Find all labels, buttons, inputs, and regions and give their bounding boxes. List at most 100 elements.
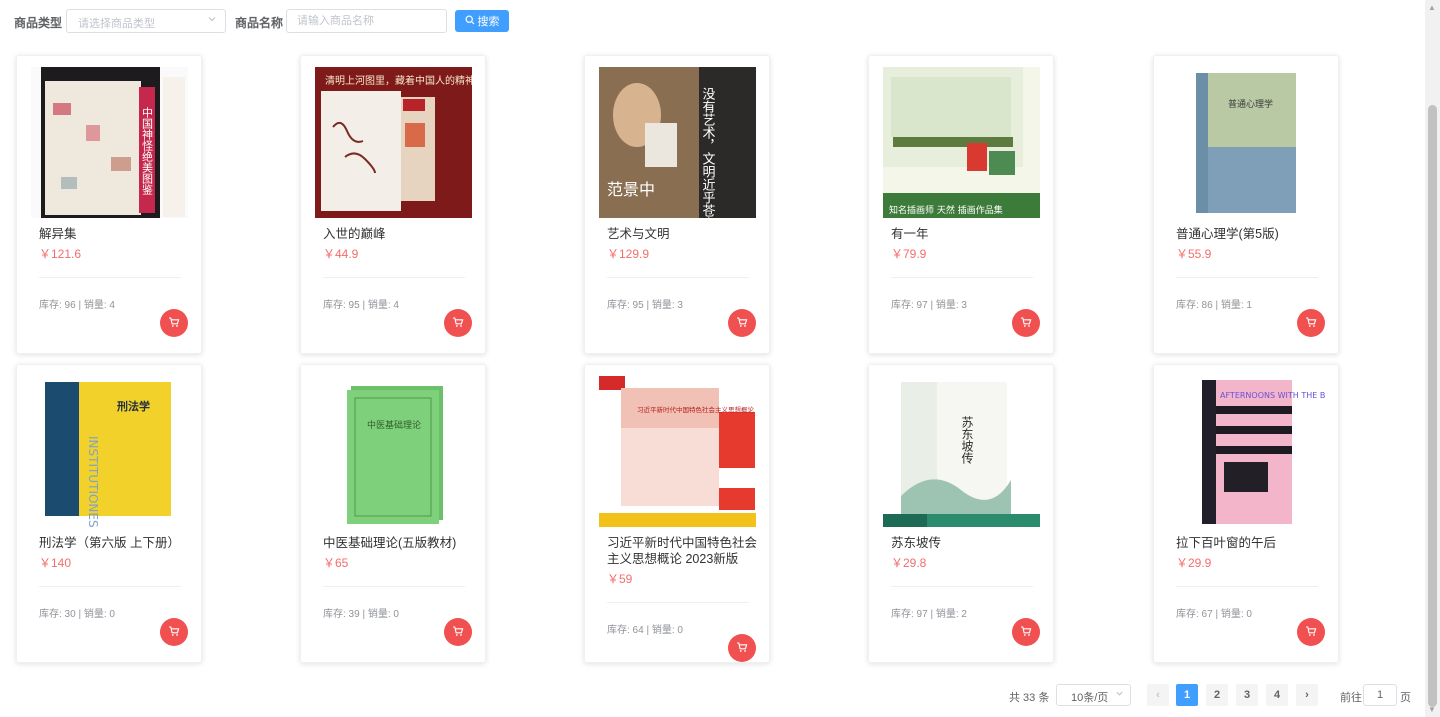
product-name[interactable]: 拉下百叶窗的午后 (1176, 535, 1326, 551)
page-2-button[interactable]: 2 (1206, 684, 1228, 706)
add-to-cart-button[interactable] (160, 309, 188, 337)
add-to-cart-button[interactable] (728, 309, 756, 337)
scrollbar-thumb[interactable] (1428, 105, 1437, 707)
card-divider (1176, 277, 1318, 278)
cover-title-text: 知名插画师 天然 插画作品集 (889, 204, 1003, 216)
product-cover-image[interactable]: 中医基础理论 (315, 376, 472, 527)
product-card[interactable]: 苏东坡传 苏东坡传 ￥29.8 库存: 97 | 销量: 2 (868, 364, 1054, 663)
product-name[interactable]: 习近平新时代中国特色社会主义思想概论 2023新版 (607, 535, 759, 567)
product-card[interactable]: 范景中 没有艺术，文明近乎苍白。 艺术与文明 ￥129.9 库存: 95 | 销… (584, 55, 770, 354)
product-stock-sales: 库存: 64 | 销量: 0 (607, 625, 683, 636)
product-price: ￥121.6 (39, 247, 82, 261)
product-name[interactable]: 苏东坡传 (891, 535, 1041, 551)
product-price: ￥59 (607, 572, 633, 586)
cover-title-text: 没有艺术，文明近乎苍白。 (700, 87, 716, 218)
scroll-down-icon[interactable]: ▼ (1428, 705, 1436, 714)
add-to-cart-button[interactable] (160, 618, 188, 646)
scroll-up-icon[interactable]: ▲ (1428, 3, 1436, 12)
product-cover-image[interactable]: 范景中 没有艺术，文明近乎苍白。 (599, 67, 756, 218)
cart-icon (452, 316, 464, 331)
page-scrollbar[interactable]: ▲ ▼ (1425, 0, 1440, 717)
page-3-button[interactable]: 3 (1236, 684, 1258, 706)
product-price: ￥29.9 (1176, 556, 1212, 570)
product-type-label: 商品类型 (14, 16, 63, 30)
product-card[interactable]: 中医基础理论 中医基础理论(五版教材) ￥65 库存: 39 | 销量: 0 (300, 364, 486, 663)
product-cover-image[interactable]: 习近平新时代中国特色社会主义思想概论 (599, 376, 756, 527)
prev-page-button[interactable]: ‹ (1147, 684, 1169, 706)
product-stock-sales: 库存: 97 | 销量: 2 (891, 609, 967, 620)
product-name[interactable]: 解异集 (39, 226, 189, 242)
product-cover-image[interactable]: 苏东坡传 (883, 376, 1040, 527)
product-cover-image[interactable]: AFTERNOONS WITH THE BLINDS DRAWN (1168, 376, 1325, 527)
add-to-cart-button[interactable] (728, 634, 756, 662)
cart-icon (1020, 625, 1032, 640)
product-name[interactable]: 普通心理学(第5版) (1176, 226, 1326, 242)
product-cover-image[interactable]: 刑法学 INSTITUTIONES (31, 376, 188, 527)
product-cover-image[interactable]: 清明上河图里，藏着中国人的精神 (315, 67, 472, 218)
next-page-button[interactable]: › (1296, 684, 1318, 706)
add-to-cart-button[interactable] (1297, 309, 1325, 337)
goto-page-input[interactable] (1363, 684, 1397, 706)
add-to-cart-button[interactable] (444, 618, 472, 646)
cover-title-text: 中医基础理论 (367, 419, 421, 431)
svg-text:INSTITUTIONES: INSTITUTIONES (86, 436, 100, 527)
product-price: ￥29.8 (891, 556, 927, 570)
product-cover-image[interactable]: 中国神怪绝美图鉴 (31, 67, 188, 218)
card-divider (1176, 586, 1318, 587)
cart-icon (168, 625, 180, 640)
product-cover-image[interactable]: 知名插画师 天然 插画作品集 (883, 67, 1040, 218)
card-divider (891, 277, 1033, 278)
product-name[interactable]: 有一年 (891, 226, 1041, 242)
product-card[interactable]: 刑法学 INSTITUTIONES 刑法学（第六版 上下册） ￥140 库存: … (16, 364, 202, 663)
card-divider (39, 586, 181, 587)
product-name-label: 商品名称 (235, 16, 284, 30)
product-stock-sales: 库存: 95 | 销量: 4 (323, 300, 399, 311)
card-divider (607, 602, 749, 603)
cart-icon (1305, 625, 1317, 640)
product-name[interactable]: 刑法学（第六版 上下册） (39, 535, 189, 551)
chevron-down-icon (207, 14, 217, 27)
page-size-select[interactable]: 10条/页 (1056, 684, 1131, 706)
product-card[interactable]: 中国神怪绝美图鉴 解异集 ￥121.6 库存: 96 | 销量: 4 (16, 55, 202, 354)
product-stock-sales: 库存: 86 | 销量: 1 (1176, 300, 1252, 311)
product-name-input[interactable] (297, 11, 437, 31)
search-button-label: 搜索 (477, 16, 500, 28)
page-4-button[interactable]: 4 (1266, 684, 1288, 706)
card-divider (607, 277, 749, 278)
goto-label: 前往 (1340, 692, 1362, 704)
search-button[interactable]: 搜索 (455, 10, 509, 32)
add-to-cart-button[interactable] (444, 309, 472, 337)
product-card[interactable]: AFTERNOONS WITH THE BLINDS DRAWN 拉下百叶窗的午… (1153, 364, 1339, 663)
product-price: ￥65 (323, 556, 349, 570)
cover-title-text: 普通心理学 (1228, 98, 1273, 110)
product-name[interactable]: 中医基础理论(五版教材) (323, 535, 473, 551)
product-price: ￥79.9 (891, 247, 927, 261)
product-name[interactable]: 艺术与文明 (607, 226, 757, 242)
product-price: ￥129.9 (607, 247, 650, 261)
cover-title-text: 习近平新时代中国特色社会主义思想概论 (637, 405, 755, 414)
chevron-down-icon (1115, 689, 1124, 700)
page-1-button[interactable]: 1 (1176, 684, 1198, 706)
card-divider (323, 277, 465, 278)
product-card[interactable]: 习近平新时代中国特色社会主义思想概论 习近平新时代中国特色社会主义思想概论 20… (584, 364, 770, 663)
product-type-select[interactable]: 请选择商品类型 (66, 9, 226, 33)
cover-title-text: 中国神怪绝美图鉴 (141, 107, 154, 195)
product-name[interactable]: 入世的巅峰 (323, 226, 473, 242)
cart-icon (452, 625, 464, 640)
product-stock-sales: 库存: 95 | 销量: 3 (607, 300, 683, 311)
pagination-total: 共 33 条 (1009, 692, 1050, 704)
add-to-cart-button[interactable] (1012, 309, 1040, 337)
add-to-cart-button[interactable] (1012, 618, 1040, 646)
cart-icon (168, 316, 180, 331)
search-icon (464, 14, 475, 28)
product-card[interactable]: 知名插画师 天然 插画作品集 有一年 ￥79.9 库存: 97 | 销量: 3 (868, 55, 1054, 354)
cart-icon (736, 316, 748, 331)
product-price: ￥140 (39, 556, 72, 570)
add-to-cart-button[interactable] (1297, 618, 1325, 646)
product-cover-image[interactable]: 普通心理学 (1168, 67, 1325, 218)
product-name-field (286, 9, 447, 33)
cover-title-text: AFTERNOONS WITH THE BLINDS DRAWN (1220, 391, 1325, 400)
product-card[interactable]: 清明上河图里，藏着中国人的精神 入世的巅峰 ￥44.9 库存: 95 | 销量:… (300, 55, 486, 354)
product-card[interactable]: 普通心理学 普通心理学(第5版) ￥55.9 库存: 86 | 销量: 1 (1153, 55, 1339, 354)
product-type-placeholder: 请选择商品类型 (78, 18, 155, 30)
